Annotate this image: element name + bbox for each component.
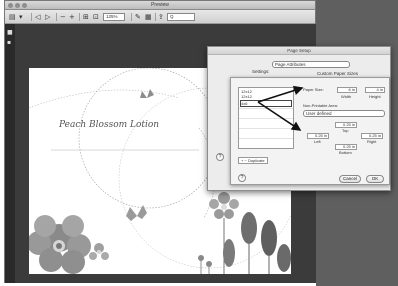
- arrow-to-margins: [257, 101, 302, 131]
- annotation-arrows: [257, 85, 304, 131]
- arrow-to-paper-size: [257, 85, 304, 103]
